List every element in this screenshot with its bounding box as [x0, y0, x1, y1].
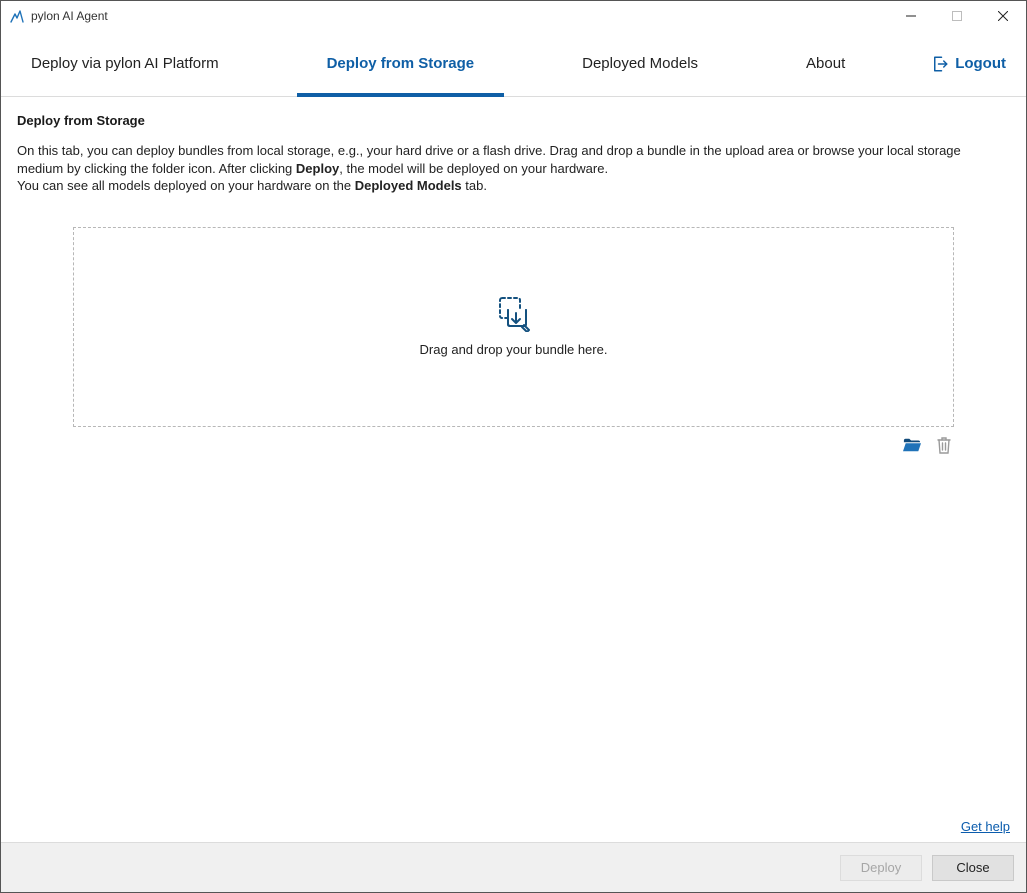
get-help-link[interactable]: Get help: [961, 819, 1010, 834]
logout-label: Logout: [955, 55, 1006, 72]
deploy-button: Deploy: [840, 855, 922, 881]
titlebar: pylon AI Agent: [1, 1, 1026, 31]
tab-bar: Deploy via pylon AI Platform Deploy from…: [1, 31, 1026, 97]
section-heading: Deploy from Storage: [17, 113, 1010, 128]
browse-folder-button[interactable]: [902, 435, 922, 455]
content-area: Deploy from Storage On this tab, you can…: [1, 97, 1026, 842]
maximize-button: [934, 1, 980, 31]
dropzone-text: Drag and drop your bundle here.: [420, 342, 608, 357]
desc-bold-deploy: Deploy: [296, 161, 339, 176]
desc-text-3: You can see all models deployed on your …: [17, 178, 355, 193]
tab-deploy-storage[interactable]: Deploy from Storage: [297, 31, 505, 96]
bundle-dropzone[interactable]: Drag and drop your bundle here.: [73, 227, 954, 427]
footer-bar: Deploy Close: [1, 842, 1026, 892]
close-window-button[interactable]: [980, 1, 1026, 31]
window-controls: [888, 1, 1026, 31]
window-title: pylon AI Agent: [31, 9, 108, 23]
delete-bundle-button: [934, 435, 954, 455]
tab-deployed-models[interactable]: Deployed Models: [552, 31, 728, 96]
tab-about[interactable]: About: [776, 31, 875, 96]
dropzone-actions: [17, 427, 1010, 455]
section-description: On this tab, you can deploy bundles from…: [17, 142, 1010, 195]
desc-text-4: tab.: [462, 178, 487, 193]
dropzone-container: Drag and drop your bundle here.: [17, 195, 1010, 427]
logout-button[interactable]: Logout: [931, 31, 1010, 96]
drag-drop-icon: [494, 296, 534, 332]
app-icon: [9, 8, 25, 24]
logout-icon: [931, 55, 949, 73]
app-window: pylon AI Agent Deploy via pylon AI Platf…: [0, 0, 1027, 893]
close-button[interactable]: Close: [932, 855, 1014, 881]
desc-bold-deployed-models: Deployed Models: [355, 178, 462, 193]
desc-text-2: , the model will be deployed on your har…: [339, 161, 608, 176]
tab-deploy-platform[interactable]: Deploy via pylon AI Platform: [1, 31, 249, 96]
minimize-button[interactable]: [888, 1, 934, 31]
